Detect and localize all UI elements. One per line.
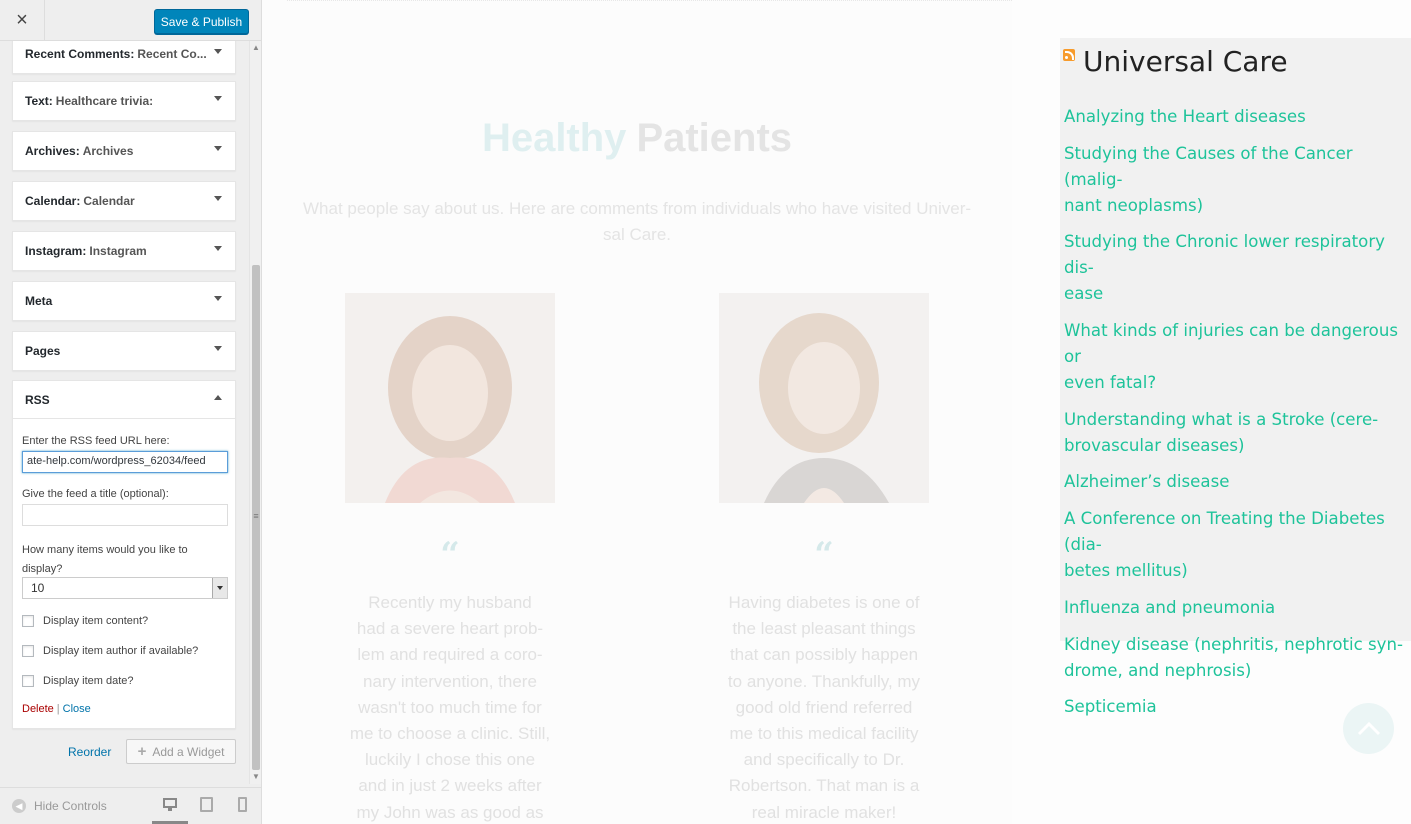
widget-type: Archives xyxy=(25,144,76,158)
expand-arrow-icon[interactable] xyxy=(214,346,222,351)
widget-type: Pages xyxy=(25,344,61,358)
widget-recent-comments[interactable]: Recent Comments: Recent Co... xyxy=(12,41,236,74)
patient-photo xyxy=(719,293,929,503)
hide-controls-button[interactable]: ◀ Hide Controls xyxy=(12,799,107,813)
rss-items-value: 10 xyxy=(31,581,45,595)
expand-arrow-icon[interactable] xyxy=(214,296,222,301)
widgets-panel: Recent Comments: Recent Co... Text: Health… xyxy=(0,41,250,784)
rss-option-author[interactable]: Display item author if available? xyxy=(22,645,198,657)
widget-instagram[interactable]: Instagram: Instagram xyxy=(12,231,236,271)
widget-title: Calendar xyxy=(83,194,135,208)
widget-rss-header[interactable]: RSS xyxy=(13,381,235,419)
rss-widget-preview: Universal Care Analyzing the Heart disea… xyxy=(1060,38,1411,716)
widget-type: Instagram xyxy=(25,244,83,258)
rss-widget-title[interactable]: Universal Care xyxy=(1063,45,1288,78)
delete-widget-link[interactable]: Delete xyxy=(22,703,54,715)
rss-items-select[interactable]: 10 xyxy=(22,577,228,599)
customizer-footer: ◀ Hide Controls xyxy=(0,787,261,824)
widget-title: Instagram xyxy=(89,244,147,258)
chevron-up-icon xyxy=(1357,721,1380,735)
rss-actions: Delete | Close xyxy=(22,703,91,715)
checkbox[interactable] xyxy=(22,615,34,627)
rss-feed-item-link[interactable]: Kidney disease (nephritis, nephrotic syn… xyxy=(1064,632,1411,684)
rss-feed-list: Analyzing the Heart diseases Studying the… xyxy=(1064,104,1411,731)
rss-feed-item-link[interactable]: Understanding what is a Stroke (cere- br… xyxy=(1064,407,1411,459)
expand-arrow-icon[interactable] xyxy=(214,246,222,251)
rss-option-content[interactable]: Display item content? xyxy=(22,615,148,627)
mobile-preview-icon[interactable] xyxy=(238,797,247,812)
rss-items-label: How many items would you like to display… xyxy=(22,544,188,575)
reorder-link[interactable]: Reorder xyxy=(68,745,111,759)
plus-icon: + xyxy=(137,743,147,760)
chevron-down-icon[interactable] xyxy=(212,578,227,598)
expand-arrow-icon[interactable] xyxy=(214,196,222,201)
expand-arrow-icon[interactable] xyxy=(214,146,222,151)
save-publish-button[interactable]: Save & Publish xyxy=(154,9,249,34)
section-title: Healthy Patients xyxy=(481,116,793,160)
desktop-preview-icon[interactable] xyxy=(162,798,178,812)
widget-calendar[interactable]: Calendar: Calendar xyxy=(12,181,236,221)
widget-title: Healthcare trivia: xyxy=(55,94,154,108)
quote-icon: “ xyxy=(440,535,460,575)
testimonial-text: Having diabetes is one of the least plea… xyxy=(727,593,921,822)
checkbox[interactable] xyxy=(22,675,34,687)
rss-title-label: Give the feed a title (optional): xyxy=(22,488,169,500)
scroll-down-icon[interactable]: ▼ xyxy=(251,772,261,782)
close-widget-link[interactable]: Close xyxy=(63,703,91,715)
widget-meta[interactable]: Meta xyxy=(12,281,236,321)
add-widget-button[interactable]: + Add a Widget xyxy=(126,739,236,764)
testimonials-section: Healthy Patients What people say about us… xyxy=(262,0,1012,824)
divider xyxy=(287,0,1012,2)
rss-feed-item-link[interactable]: Influenza and pneumonia xyxy=(1064,595,1411,621)
site-preview: Healthy Patients What people say about us… xyxy=(262,0,1411,824)
grip-icon: ≡ xyxy=(253,511,259,521)
widget-type: RSS xyxy=(25,392,50,407)
rss-feed-item-link[interactable]: Studying the Causes of the Cancer (malig… xyxy=(1064,141,1411,219)
customizer-header: × Save & Publish xyxy=(0,0,261,41)
widget-type: Meta xyxy=(25,294,53,308)
rss-feed-item-link[interactable]: Studying the Chronic lower respiratory d… xyxy=(1064,229,1411,307)
widget-title: Archives xyxy=(82,144,134,158)
widget-archives[interactable]: Archives: Archives xyxy=(12,131,236,171)
scroll-to-top-button[interactable] xyxy=(1343,703,1394,754)
testimonial-text: Recently my husband had a severe heart p… xyxy=(349,593,551,822)
widget-pages[interactable]: Pages xyxy=(12,331,236,371)
rss-feed-item-link[interactable]: Analyzing the Heart diseases xyxy=(1064,104,1411,130)
rss-feed-item-link[interactable]: Alzheimer’s disease xyxy=(1064,469,1411,495)
widget-type: Recent Comments xyxy=(25,47,131,61)
widget-rss: RSS Enter the RSS feed URL here: ate-hel… xyxy=(12,380,236,729)
patient-photo xyxy=(345,293,555,503)
rss-option-date[interactable]: Display item date? xyxy=(22,675,134,687)
widget-text[interactable]: Text: Healthcare trivia: xyxy=(12,81,236,121)
expand-arrow-icon[interactable] xyxy=(214,96,222,101)
tablet-preview-icon[interactable] xyxy=(200,797,213,812)
widget-type: Calendar xyxy=(25,194,77,208)
section-subtitle: What people say about us. Here are comme… xyxy=(302,199,972,244)
rss-title-input[interactable] xyxy=(22,504,228,526)
close-icon: × xyxy=(16,9,28,31)
collapse-icon: ◀ xyxy=(12,799,26,813)
close-customizer-button[interactable]: × xyxy=(0,0,45,41)
rss-feed-item-link[interactable]: A Conference on Treating the Diabetes (d… xyxy=(1064,506,1411,584)
expand-arrow-icon[interactable] xyxy=(214,49,222,54)
widget-type: Text xyxy=(25,94,49,108)
customizer-sidebar: × Save & Publish Recent Comments: Recent … xyxy=(0,0,262,824)
widget-title: Recent Co... xyxy=(137,47,207,61)
rss-feed-item-link[interactable]: What kinds of injuries can be dangerous … xyxy=(1064,318,1411,396)
collapse-arrow-icon[interactable] xyxy=(214,395,222,400)
checkbox[interactable] xyxy=(22,645,34,657)
rss-icon[interactable] xyxy=(1063,48,1075,61)
rss-url-input[interactable]: ate-help.com/wordpress_62034/feed xyxy=(22,451,228,473)
quote-icon: “ xyxy=(814,535,834,575)
rss-url-label: Enter the RSS feed URL here: xyxy=(22,435,170,447)
scroll-up-icon[interactable]: ▲ xyxy=(251,43,261,53)
sidebar-scrollbar[interactable]: ▲ ≡ ▼ xyxy=(249,41,261,784)
